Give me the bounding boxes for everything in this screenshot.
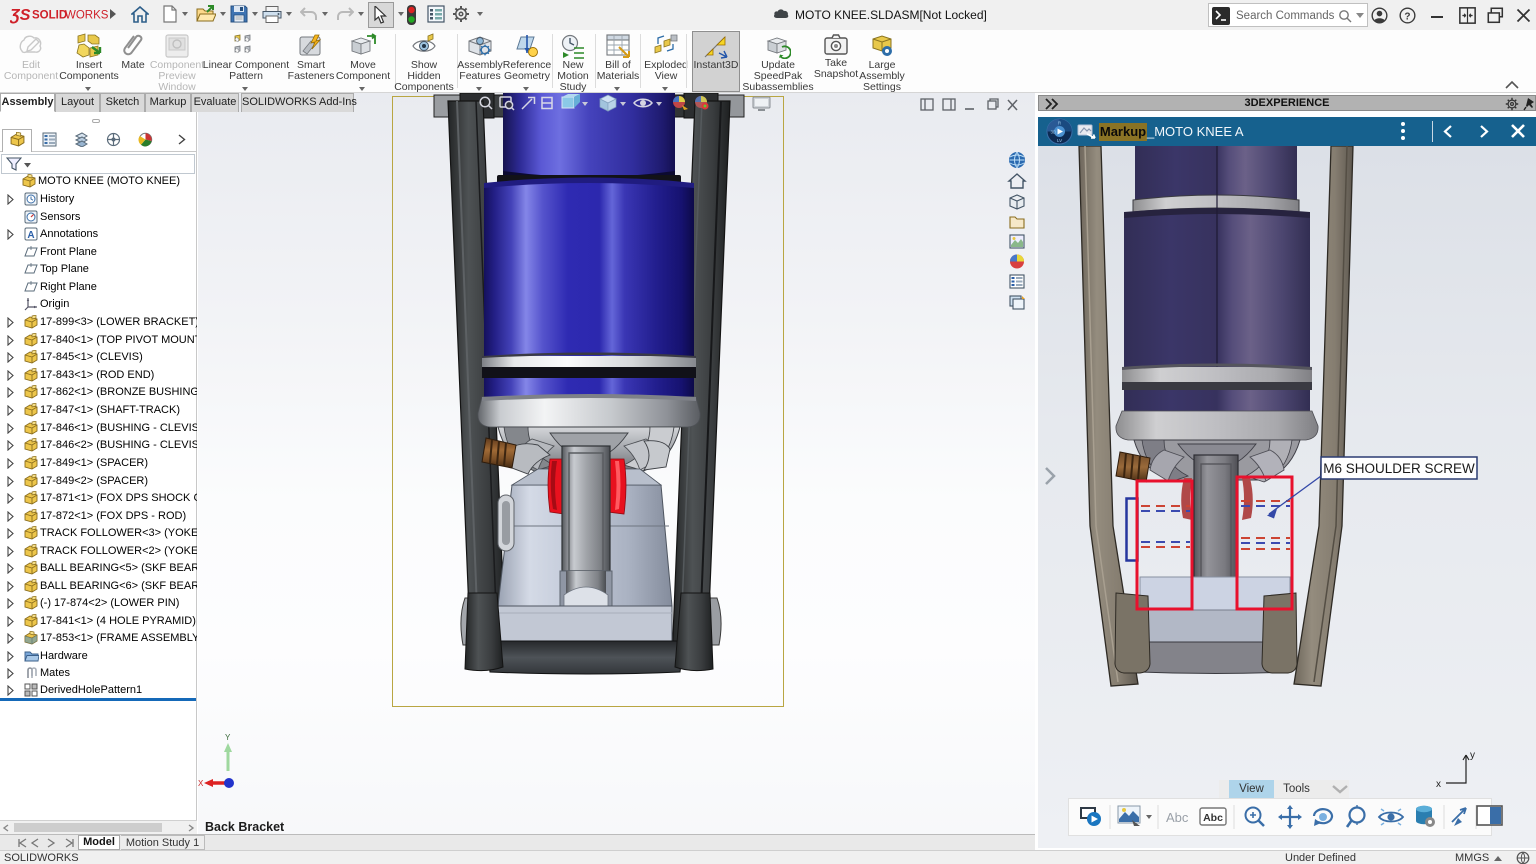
- svg-text:Abc: Abc: [1203, 812, 1223, 824]
- svg-text:x: x: [1436, 779, 1441, 790]
- svg-text:M6 SHOULDER SCREW: M6 SHOULDER SCREW: [1323, 461, 1475, 476]
- svg-text:Abc: Abc: [1166, 810, 1189, 825]
- svg-text:Y: Y: [225, 733, 231, 742]
- svg-text:3D: 3D: [1051, 130, 1058, 135]
- svg-text:WORKS: WORKS: [65, 10, 109, 22]
- svg-text:LV: LV: [1057, 138, 1062, 143]
- svg-text:SOLID: SOLID: [32, 10, 67, 22]
- svg-text:ƷS: ƷS: [10, 7, 31, 24]
- svg-text:y: y: [1470, 750, 1475, 761]
- svg-text:A: A: [27, 230, 34, 241]
- svg-text:?: ?: [1404, 11, 1410, 22]
- svg-text:X: X: [198, 779, 204, 788]
- svg-text:Back Bracket: Back Bracket: [205, 820, 285, 834]
